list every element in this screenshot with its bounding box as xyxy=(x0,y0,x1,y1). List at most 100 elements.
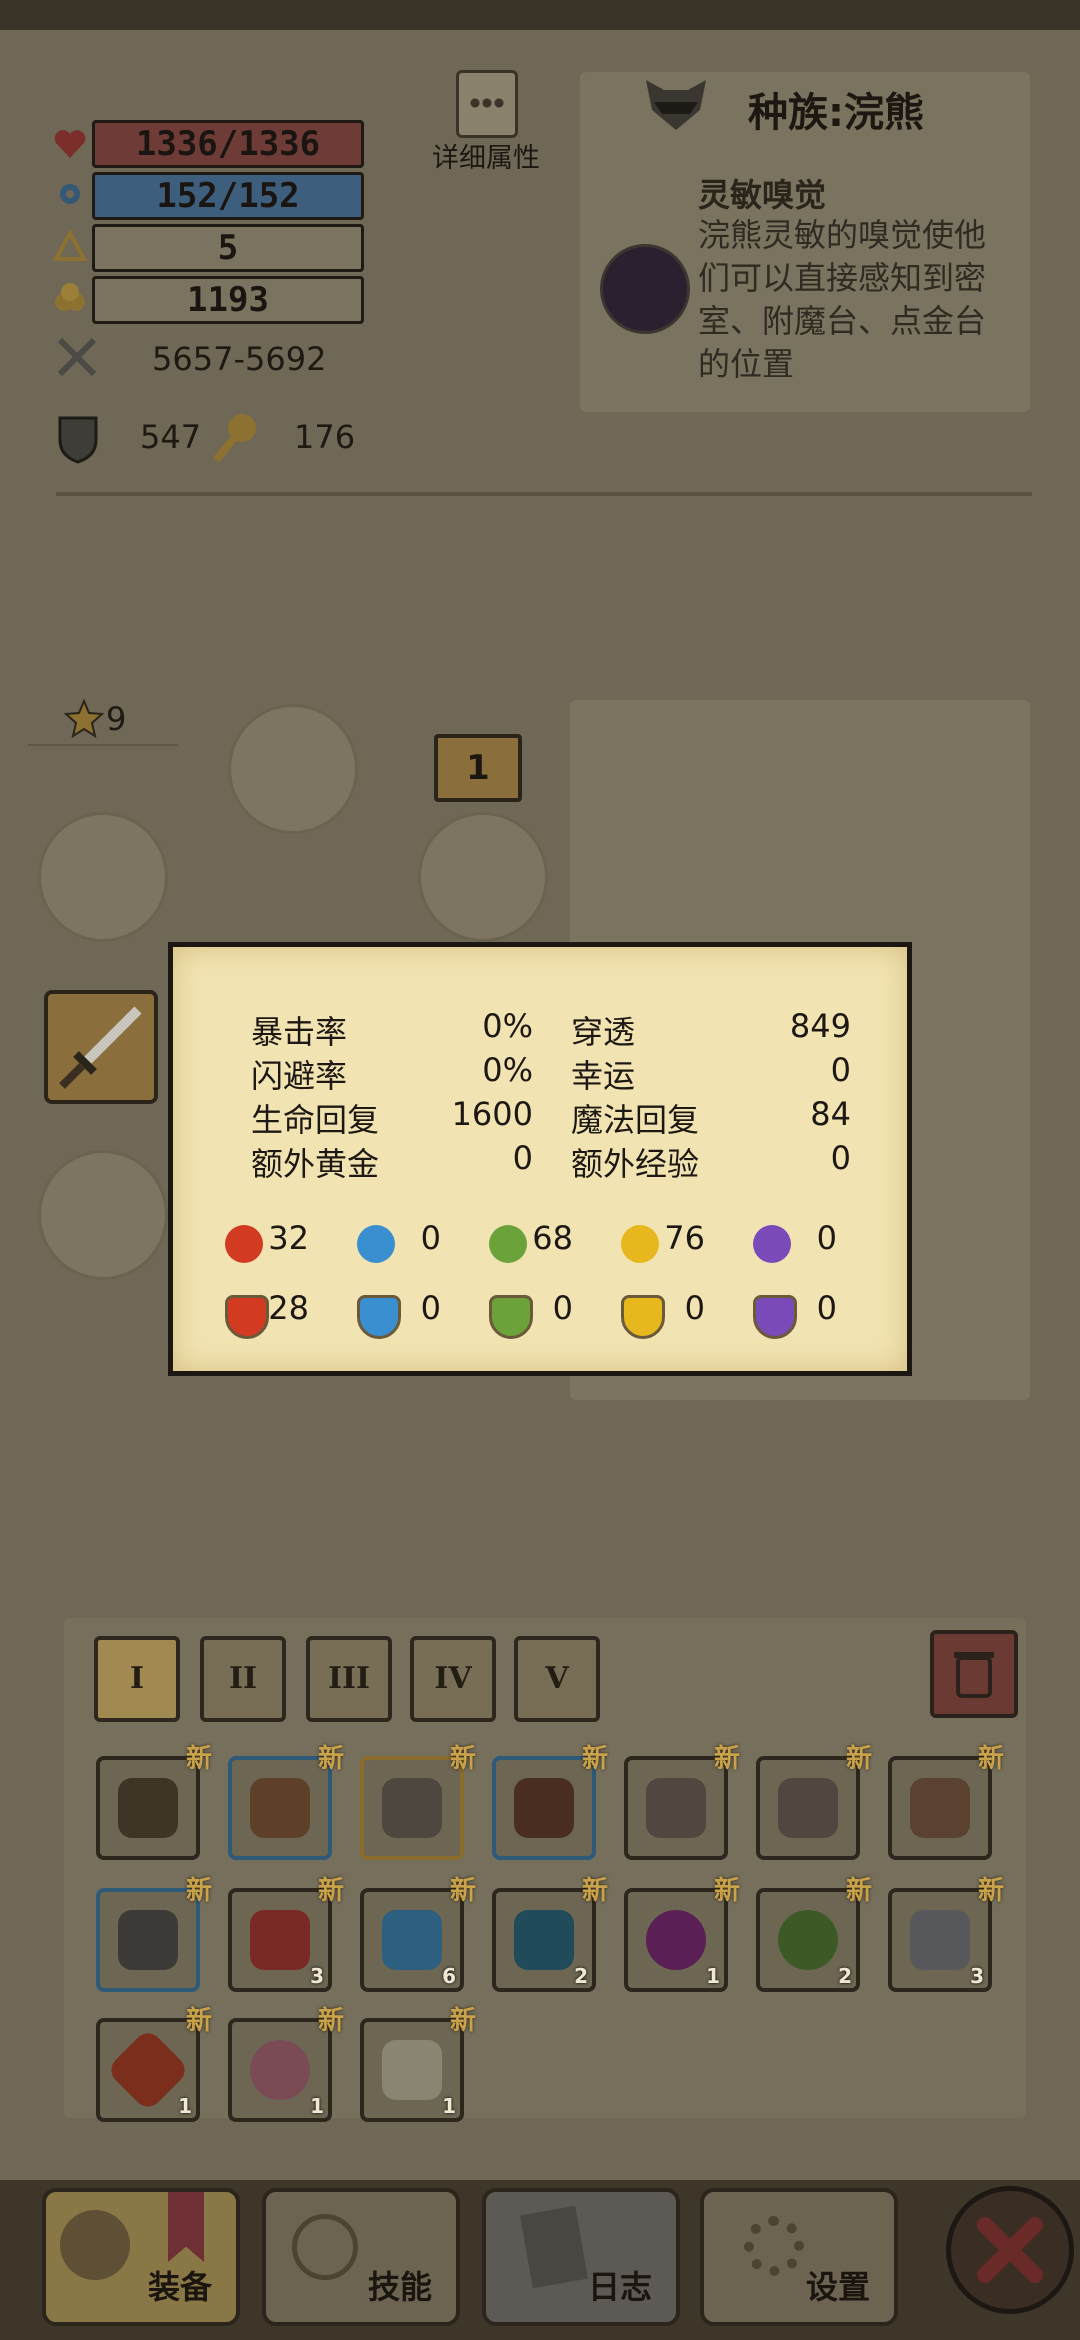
trash-button[interactable] xyxy=(930,1630,1018,1718)
attr-value: 0 xyxy=(512,1139,533,1177)
heart-icon xyxy=(52,126,88,162)
bag-item-armor[interactable]: 新 xyxy=(360,1744,476,1860)
element-value: 28 xyxy=(268,1289,309,1327)
weapon-slot[interactable] xyxy=(44,990,158,1104)
bag-tab-2[interactable]: II xyxy=(200,1636,286,1722)
attr-value: 0% xyxy=(482,1051,533,1089)
voodoo-doll-icon xyxy=(250,2040,310,2100)
element-value: 0 xyxy=(420,1219,441,1257)
new-badge: 新 xyxy=(713,1876,740,1906)
attr-label: 闪避率 xyxy=(251,1057,348,1095)
raccoon-icon xyxy=(640,74,712,134)
item-count: 1 xyxy=(442,2094,456,2118)
attr-value: 849 xyxy=(789,1007,851,1045)
divider xyxy=(56,492,1032,496)
red-potion-icon xyxy=(250,1910,310,1970)
new-badge: 新 xyxy=(977,1744,1004,1774)
bag-tab-1[interactable]: I xyxy=(94,1636,180,1722)
attr-label: 幸运 xyxy=(571,1057,636,1095)
necklace-slot[interactable] xyxy=(418,812,548,942)
attr-value: 0 xyxy=(830,1051,851,1089)
helmet-slot[interactable] xyxy=(228,704,358,834)
attr-label: 魔法回复 xyxy=(571,1101,700,1139)
hp-bar: 1336/1336 xyxy=(92,120,364,168)
bag-tab-4[interactable]: IV xyxy=(410,1636,496,1722)
new-badge: 新 xyxy=(581,1876,608,1906)
race-skill-desc-line: 的位置 xyxy=(698,345,795,383)
bag-item-doll[interactable]: 新1 xyxy=(228,2006,344,2122)
shirt-icon xyxy=(250,1778,310,1838)
bag-item-scroll[interactable]: 新1 xyxy=(360,2006,476,2122)
bag-item-eye-scroll[interactable]: 新2 xyxy=(492,1876,608,1992)
attr-value: 84 xyxy=(810,1095,851,1133)
star-icon xyxy=(63,698,105,739)
attr-label: 穿透 xyxy=(571,1013,636,1051)
chest-plate-icon xyxy=(778,1778,838,1838)
bag-item-leather-shirt[interactable]: 新 xyxy=(228,1744,344,1860)
nav-skills-label: 技能 xyxy=(367,2268,432,2306)
attribute-popup: 暴击率 0% 穿透 849 闪避率 0% 幸运 0 生命回复 1600 魔法回复 84 额外黄金 0 额外经… xyxy=(168,942,912,1376)
new-badge: 新 xyxy=(317,1744,344,1774)
chest-plate-icon xyxy=(646,1778,706,1838)
nav-skills-button[interactable]: 技能 xyxy=(262,2188,460,2326)
ring-slot[interactable] xyxy=(38,812,168,942)
glove-slot[interactable] xyxy=(38,1150,168,1280)
new-badge: 新 xyxy=(449,2006,476,2036)
bag-item-red-gem[interactable]: 新1 xyxy=(96,2006,212,2122)
herb-icon xyxy=(778,1910,838,1970)
pants-icon xyxy=(514,1778,574,1838)
item-count: 3 xyxy=(970,1964,984,1988)
nav-equip-button[interactable]: 装备 xyxy=(42,2188,240,2326)
new-badge: 新 xyxy=(185,2006,212,2036)
bag-item-purple-flask[interactable]: 新1 xyxy=(624,1876,740,1992)
race-title: 种族:浣熊 xyxy=(748,90,924,136)
bag-item-bracer[interactable]: 新 xyxy=(888,1744,1004,1860)
bag-item-gauntlet[interactable]: 新 xyxy=(96,1876,212,1992)
skill-sigil-icon xyxy=(292,2214,358,2280)
bag-item-blue-potion[interactable]: 新6 xyxy=(360,1876,476,1992)
new-badge: 新 xyxy=(317,1876,344,1906)
gold-bar: 1193 xyxy=(92,276,364,324)
item-count: 3 xyxy=(310,1964,324,1988)
bag-item-red-potion[interactable]: 新3 xyxy=(228,1876,344,1992)
bag-tab-3[interactable]: III xyxy=(306,1636,392,1722)
bag-item-ore[interactable]: 新3 xyxy=(888,1876,1004,1992)
more-dots-icon xyxy=(456,70,518,138)
race-skill-name: 灵敏嗅觉 xyxy=(698,176,827,214)
bracer-icon xyxy=(910,1778,970,1838)
attr-value: 0% xyxy=(482,1007,533,1045)
nav-settings-button[interactable]: 设置 xyxy=(700,2188,898,2326)
bag-item-chest-plate-2[interactable]: 新 xyxy=(756,1744,872,1860)
race-skill-desc-line: 室、附魔台、点金台 xyxy=(698,302,987,340)
new-badge: 新 xyxy=(185,1744,212,1774)
star-count: 9 xyxy=(106,700,127,738)
tree-line xyxy=(28,744,178,746)
swords-icon xyxy=(54,334,100,380)
bag-item-herb[interactable]: 新2 xyxy=(756,1876,872,1992)
journal-icon xyxy=(520,2205,588,2289)
attr-label: 暴击率 xyxy=(251,1013,348,1051)
attr-value: 1600 xyxy=(451,1095,533,1133)
detail-attributes-button[interactable]: 详细属性 xyxy=(424,70,548,174)
scroll-icon xyxy=(382,2040,442,2100)
close-icon xyxy=(973,2213,1047,2287)
bag-item-hood[interactable]: 新 xyxy=(96,1744,212,1860)
gauntlet-icon xyxy=(118,1910,178,1970)
race-skill-desc-line: 们可以直接感知到密 xyxy=(698,259,987,297)
gear-icon xyxy=(744,2216,804,2276)
bag-item-chest-plate[interactable]: 新 xyxy=(624,1744,740,1860)
bag-item-pants[interactable]: 新 xyxy=(492,1744,608,1860)
close-button[interactable] xyxy=(946,2186,1074,2314)
ore-icon xyxy=(910,1910,970,1970)
nav-log-button[interactable]: 日志 xyxy=(482,2188,680,2326)
item-count: 1 xyxy=(310,2094,324,2118)
element-value: 32 xyxy=(268,1219,309,1257)
new-badge: 新 xyxy=(713,1744,740,1774)
element-value: 0 xyxy=(816,1219,837,1257)
bag-tab-5[interactable]: V xyxy=(514,1636,600,1722)
armor-icon xyxy=(382,1778,442,1838)
axe-icon xyxy=(60,2210,130,2280)
top-border xyxy=(0,0,1080,30)
shield-icon xyxy=(56,414,100,464)
nav-equip-label: 装备 xyxy=(147,2268,212,2306)
